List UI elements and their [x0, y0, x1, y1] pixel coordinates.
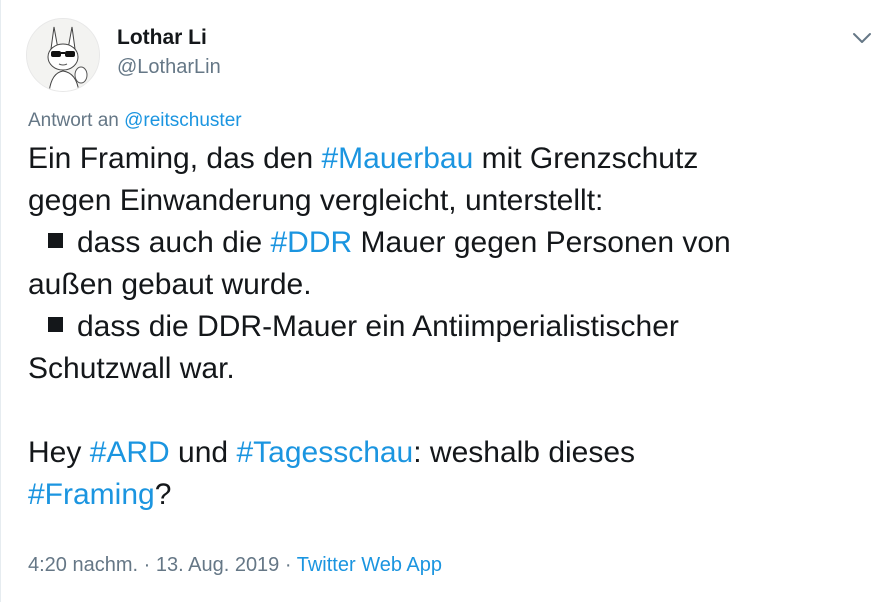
tweet-card: Lothar Li @LotharLin Antwort an @reitsch…: [0, 0, 896, 602]
chevron-down-icon[interactable]: [849, 28, 875, 48]
avatar-illustration: [27, 19, 99, 91]
hashtag-mauerbau[interactable]: #Mauerbau: [321, 142, 473, 175]
separator: ·: [279, 554, 297, 576]
bullet-square-icon: [48, 233, 63, 248]
separator: ·: [138, 554, 156, 576]
tweet-date[interactable]: 13. Aug. 2019: [156, 554, 279, 576]
reply-prefix: Antwort an: [28, 110, 119, 131]
author-name[interactable]: Lothar Li: [117, 26, 207, 50]
tweet-source-link[interactable]: Twitter Web App: [297, 554, 442, 576]
text-segment: dass die DDR-Mauer ein Antiimperialistis…: [77, 310, 679, 343]
tweet-line-9: #Framing?: [28, 474, 868, 516]
text-segment: Hey: [28, 436, 90, 469]
tweet-time[interactable]: 4:20 nachm.: [28, 554, 138, 576]
tweet-line-4: außen gebaut wurde.: [28, 268, 312, 301]
text-segment: und: [169, 436, 237, 469]
hashtag-ard[interactable]: #ARD: [90, 436, 170, 469]
tweet-line-8: Hey #ARD und #Tagesschau: weshalb dieses: [28, 432, 868, 474]
tweet-line-6: Schutzwall war.: [28, 352, 235, 385]
tweet-metadata: 4:20 nachm. · 13. Aug. 2019 · Twitter We…: [28, 554, 442, 577]
reply-mention-link[interactable]: @reitschuster: [124, 110, 242, 131]
author-handle[interactable]: @LotharLin: [117, 56, 221, 79]
hashtag-framing[interactable]: #Framing: [28, 478, 155, 511]
bullet-square-icon: [48, 317, 63, 332]
tweet-line-3: dass auch die #DDR Mauer gegen Personen …: [28, 222, 868, 264]
reply-context: Antwort an @reitschuster: [28, 110, 242, 132]
text-segment: dass auch die: [77, 226, 271, 259]
text-segment: ?: [154, 478, 172, 511]
tweet-line-5: dass die DDR-Mauer ein Antiimperialistis…: [28, 306, 868, 348]
avatar[interactable]: [26, 18, 100, 92]
text-segment: : weshalb dieses: [413, 436, 636, 469]
text-segment: Mauer gegen Personen von: [352, 226, 731, 259]
tweet-line-1: Ein Framing, das den #Mauerbau mit Grenz…: [28, 138, 868, 180]
hashtag-ddr[interactable]: #DDR: [270, 226, 352, 259]
text-segment: mit Grenzschutz: [473, 142, 699, 175]
hashtag-tagesschau[interactable]: #Tagesschau: [236, 436, 413, 469]
text-segment: Ein Framing, das den: [28, 142, 322, 175]
tweet-line-2: gegen Einwanderung vergleicht, unterstel…: [28, 184, 604, 217]
tweet-text: Ein Framing, das den #Mauerbau mit Grenz…: [28, 138, 868, 516]
